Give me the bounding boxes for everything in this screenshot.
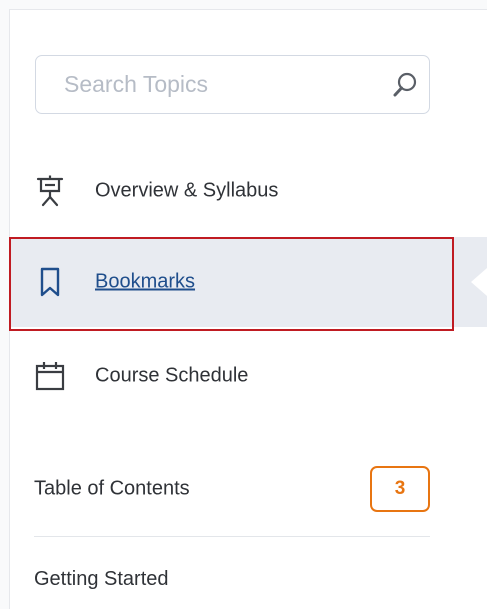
divider — [34, 536, 430, 537]
calendar-icon — [35, 362, 65, 391]
selection-outline — [9, 237, 454, 331]
module-getting-started[interactable]: Getting Started — [34, 568, 169, 591]
search-icon[interactable] — [392, 71, 418, 99]
bookmark-icon — [40, 267, 60, 297]
nav-item-bookmarks[interactable]: Bookmarks — [9, 237, 487, 331]
selection-arrow — [471, 268, 487, 296]
nav-item-course-schedule[interactable]: Course Schedule — [9, 331, 487, 421]
nav-item-label: Course Schedule — [95, 364, 249, 387]
search-box — [35, 55, 430, 114]
presentation-board-icon — [36, 175, 64, 207]
nav-item-overview-syllabus[interactable]: Overview & Syllabus — [9, 146, 487, 236]
nav-item-label[interactable]: Bookmarks — [95, 271, 195, 294]
nav-item-label: Overview & Syllabus — [95, 179, 279, 202]
search-input[interactable] — [64, 56, 364, 113]
count-badge: 3 — [370, 466, 430, 512]
toc-label: Table of Contents — [34, 477, 190, 500]
table-of-contents-header[interactable]: Table of Contents 3 — [34, 466, 430, 512]
